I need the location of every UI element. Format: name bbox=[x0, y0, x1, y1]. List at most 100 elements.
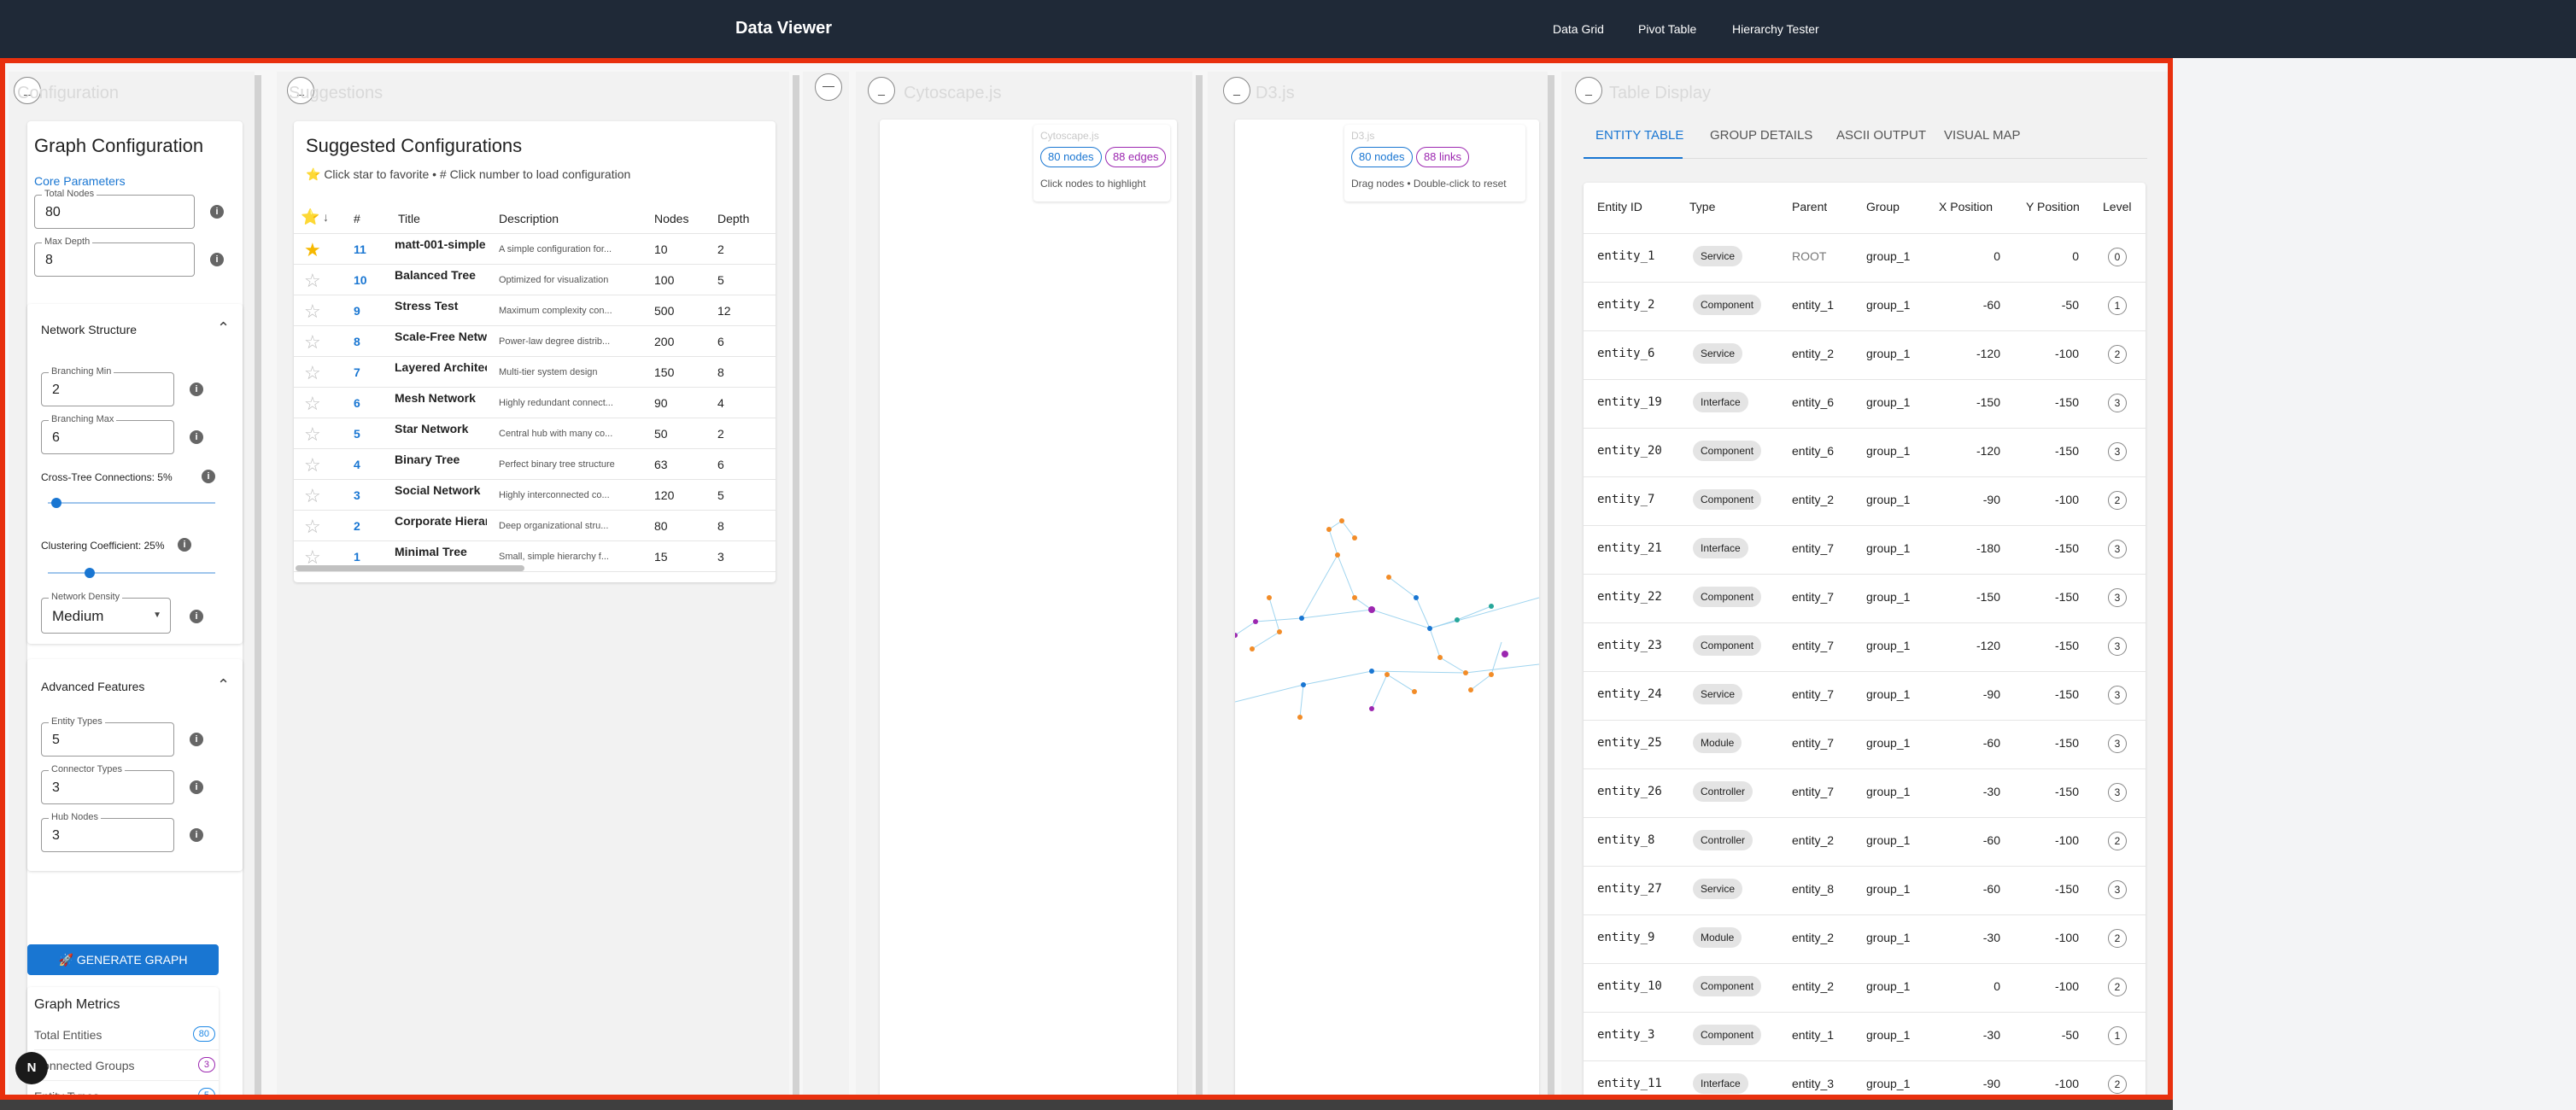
branching-max-field[interactable]: Branching Max 6 bbox=[41, 414, 174, 454]
network-density-select[interactable]: Network Density Medium ▼ bbox=[41, 592, 171, 634]
col-y-position[interactable]: Y Position bbox=[2026, 200, 2080, 213]
brand-title[interactable]: Data Viewer bbox=[735, 19, 832, 38]
table-row[interactable]: entity_8 Controller entity_2 group_1 -60 -100… bbox=[1584, 818, 2146, 867]
network-structure-title[interactable]: Network Structure bbox=[41, 323, 137, 336]
clustering-slider[interactable] bbox=[48, 568, 215, 578]
table-row[interactable]: ☆ 2 Corporate Hierar Deep organizational st… bbox=[294, 511, 776, 541]
panel-resize-handle[interactable] bbox=[1196, 75, 1203, 1095]
table-row[interactable]: entity_21 Interface entity_7 group_1 -180 -15… bbox=[1584, 526, 2146, 575]
table-row[interactable]: ★ 11 matt-001-simple A simple configuration… bbox=[294, 234, 776, 265]
info-icon[interactable]: i bbox=[190, 610, 203, 623]
col-x-position[interactable]: X Position bbox=[1939, 200, 1993, 213]
table-row[interactable]: ☆ 3 Social Network Highly interconnected co… bbox=[294, 480, 776, 511]
generate-graph-button[interactable]: 🚀 GENERATE GRAPH bbox=[27, 944, 219, 975]
load-config-link[interactable]: 4 bbox=[354, 458, 360, 471]
favorite-star-icon[interactable]: ★ bbox=[304, 239, 321, 261]
load-config-link[interactable]: 11 bbox=[354, 242, 366, 256]
favorite-star-icon[interactable]: ☆ bbox=[304, 362, 321, 384]
col-num-header[interactable]: # bbox=[354, 212, 360, 225]
horizontal-scrollbar[interactable] bbox=[296, 565, 524, 571]
table-row[interactable]: ☆ 7 Layered Architec Multi-tier system desi… bbox=[294, 357, 776, 388]
cross-tree-slider-thumb[interactable] bbox=[51, 498, 61, 508]
table-row[interactable]: entity_1 Service ROOT group_1 0 0 0 bbox=[1584, 234, 2146, 283]
table-row[interactable]: entity_7 Component entity_2 group_1 -90 -100 2 bbox=[1584, 477, 2146, 526]
connector-types-field[interactable]: Connector Types 3 bbox=[41, 764, 174, 804]
total-nodes-field[interactable]: Total Nodes 80 bbox=[34, 189, 195, 229]
tab-ascii-output[interactable]: ASCII OUTPUT bbox=[1836, 128, 1926, 143]
clustering-slider-thumb[interactable] bbox=[85, 568, 95, 578]
table-row[interactable]: ☆ 8 Scale-Free Netw Power-law degree distri… bbox=[294, 326, 776, 357]
load-config-link[interactable]: 9 bbox=[354, 304, 360, 318]
col-title-header[interactable]: Title bbox=[398, 212, 420, 225]
info-icon[interactable]: i bbox=[178, 538, 191, 552]
table-row[interactable]: ☆ 9 Stress Test Maximum complexity con... 50… bbox=[294, 295, 776, 326]
col-entity-id[interactable]: Entity ID bbox=[1597, 200, 1642, 213]
floating-n-button[interactable]: N bbox=[15, 1052, 48, 1084]
load-config-link[interactable]: 1 bbox=[354, 550, 360, 564]
table-row[interactable]: entity_6 Service entity_2 group_1 -120 -100 2 bbox=[1584, 331, 2146, 380]
nav-hierarchy-tester[interactable]: Hierarchy Tester bbox=[1732, 22, 1819, 36]
d3-canvas[interactable]: D3.js 80 nodes 88 links Drag nodes • Dou… bbox=[1235, 120, 1539, 1095]
tab-visual-map[interactable]: VISUAL MAP bbox=[1944, 128, 2020, 143]
load-config-link[interactable]: 5 bbox=[354, 427, 360, 441]
table-row[interactable]: entity_25 Module entity_7 group_1 -60 -150 3 bbox=[1584, 721, 2146, 769]
table-row[interactable]: ☆ 10 Balanced Tree Optimized for visualizat… bbox=[294, 265, 776, 295]
table-row[interactable]: entity_20 Component entity_6 group_1 -120 -15… bbox=[1584, 429, 2146, 477]
load-config-link[interactable]: 3 bbox=[354, 488, 360, 502]
branching-min-field[interactable]: Branching Min 2 bbox=[41, 366, 174, 406]
info-icon[interactable]: i bbox=[190, 733, 203, 746]
col-level[interactable]: Level bbox=[2103, 200, 2131, 213]
panel-resize-handle[interactable] bbox=[793, 75, 799, 1095]
sort-arrow-icon[interactable]: ↓ bbox=[323, 210, 329, 224]
load-config-link[interactable]: 6 bbox=[354, 396, 360, 410]
table-row[interactable]: entity_24 Service entity_7 group_1 -90 -150 3 bbox=[1584, 672, 2146, 721]
panel-resize-handle[interactable] bbox=[1548, 75, 1554, 1095]
table-row[interactable]: entity_3 Component entity_1 group_1 -30 -50 1 bbox=[1584, 1013, 2146, 1061]
favorite-star-icon[interactable]: ☆ bbox=[304, 301, 321, 323]
favorite-star-icon[interactable]: ☆ bbox=[304, 270, 321, 292]
info-icon[interactable]: i bbox=[210, 205, 224, 219]
table-row[interactable]: entity_26 Controller entity_7 group_1 -30 -15… bbox=[1584, 769, 2146, 818]
table-row[interactable]: entity_22 Component entity_7 group_1 -150 -15… bbox=[1584, 575, 2146, 623]
load-config-link[interactable]: 8 bbox=[354, 335, 360, 348]
entity-types-field[interactable]: Entity Types 5 bbox=[41, 716, 174, 757]
table-row[interactable]: ☆ 5 Star Network Central hub with many co..… bbox=[294, 418, 776, 449]
star-header-icon[interactable]: ⭐ bbox=[301, 208, 319, 226]
minimize-cytoscape-button[interactable]: _ bbox=[868, 77, 895, 104]
table-row[interactable]: entity_23 Component entity_7 group_1 -120 -15… bbox=[1584, 623, 2146, 672]
table-row[interactable]: entity_11 Interface entity_3 group_1 -90 -100… bbox=[1584, 1061, 2146, 1095]
load-config-link[interactable]: 10 bbox=[354, 273, 367, 287]
tab-entity-table[interactable]: ENTITY TABLE bbox=[1595, 128, 1683, 143]
table-row[interactable]: ☆ 4 Binary Tree Perfect binary tree structu… bbox=[294, 449, 776, 480]
col-parent[interactable]: Parent bbox=[1792, 200, 1827, 213]
info-icon[interactable]: i bbox=[190, 828, 203, 842]
favorite-star-icon[interactable]: ☆ bbox=[304, 516, 321, 538]
info-icon[interactable]: i bbox=[202, 470, 215, 483]
nav-data-grid[interactable]: Data Grid bbox=[1553, 22, 1604, 36]
col-description-header[interactable]: Description bbox=[499, 212, 559, 225]
favorite-star-icon[interactable]: ☆ bbox=[304, 454, 321, 476]
table-row[interactable]: entity_27 Service entity_8 group_1 -60 -150 3 bbox=[1584, 867, 2146, 915]
favorite-star-icon[interactable]: ☆ bbox=[304, 331, 321, 353]
col-group[interactable]: Group bbox=[1866, 200, 1900, 213]
table-row[interactable]: entity_9 Module entity_2 group_1 -30 -100 2 bbox=[1584, 915, 2146, 964]
tab-group-details[interactable]: GROUP DETAILS bbox=[1710, 128, 1812, 143]
favorite-star-icon[interactable]: ☆ bbox=[304, 393, 321, 415]
load-config-link[interactable]: 2 bbox=[354, 519, 360, 533]
cross-tree-slider[interactable] bbox=[48, 498, 215, 508]
hub-nodes-field[interactable]: Hub Nodes 3 bbox=[41, 812, 174, 852]
col-depth-header[interactable]: Depth bbox=[717, 212, 749, 225]
table-row[interactable]: ☆ 6 Mesh Network Highly redundant connect..… bbox=[294, 388, 776, 418]
chevron-up-icon[interactable]: ⌃ bbox=[217, 319, 230, 337]
info-icon[interactable]: i bbox=[190, 430, 203, 444]
max-depth-field[interactable]: Max Depth 8 bbox=[34, 237, 195, 277]
cytoscape-canvas[interactable]: Cytoscape.js 80 nodes 88 edges Click nod… bbox=[880, 120, 1177, 1095]
horizontal-scrollbar-track[interactable] bbox=[0, 1100, 2173, 1110]
info-icon[interactable]: i bbox=[210, 253, 224, 266]
table-row[interactable]: entity_2 Component entity_1 group_1 -60 -50 1 bbox=[1584, 283, 2146, 331]
table-row[interactable]: entity_10 Component entity_2 group_1 0 -100 2 bbox=[1584, 964, 2146, 1013]
nav-pivot-table[interactable]: Pivot Table bbox=[1638, 22, 1696, 36]
load-config-link[interactable]: 7 bbox=[354, 365, 360, 379]
favorite-star-icon[interactable]: ☆ bbox=[304, 424, 321, 446]
minimize-d3-button[interactable]: _ bbox=[1223, 77, 1250, 104]
